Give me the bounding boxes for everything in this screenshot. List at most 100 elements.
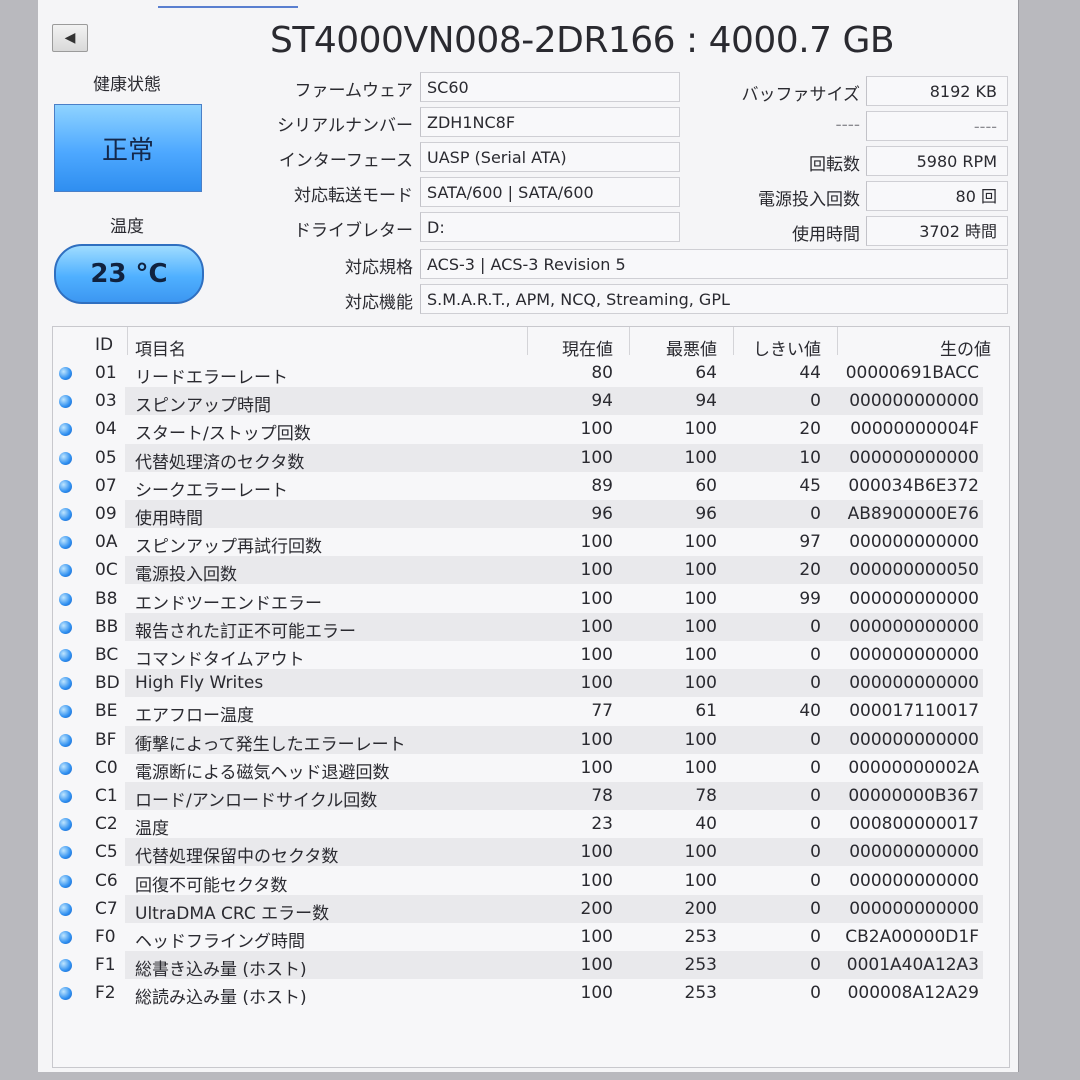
cell-current: 100 (580, 983, 613, 1004)
col-header-current[interactable]: 現在値 (531, 335, 613, 360)
cell-threshold: 0 (810, 504, 821, 524)
cell-raw: CB2A00000D1F (845, 927, 979, 947)
cell-worst: 100 (684, 729, 717, 750)
col-header-id[interactable]: ID (95, 335, 113, 355)
drive-letter-value: D: (420, 212, 680, 242)
cell-current: 200 (580, 898, 613, 919)
blue-dot-icon (59, 592, 72, 606)
cell-name: エンドツーエンドエラー (135, 593, 322, 614)
cell-threshold: 0 (810, 729, 821, 750)
cell-name: UltraDMA CRC エラー数 (135, 903, 330, 924)
cell-raw: AB8900000E76 (847, 504, 979, 524)
cell-id: C1 (95, 786, 118, 806)
smart-attributes-table[interactable]: ID 項目名 現在値 最悪値 しきい値 生の値 01 リードエラーレート 80 64 4… (52, 326, 1010, 1068)
cell-name: スタート/ストップ回数 (135, 424, 311, 445)
table-row[interactable]: BD High Fly Writes 100 100 0 000000000000 (53, 669, 983, 698)
table-row[interactable]: C7 UltraDMA CRC エラー数 200 200 0 000000000000 (53, 894, 983, 924)
cell-id: BD (95, 673, 120, 694)
cell-threshold: 0 (810, 983, 821, 1004)
cell-name: シークエラーレート (135, 480, 288, 501)
cell-raw: 000000000000 (849, 532, 979, 553)
cell-worst: 40 (695, 814, 717, 835)
cell-name: 総書き込み量 (ホスト) (135, 960, 307, 981)
cell-name: 電源断による磁気ヘッド退避回数 (135, 762, 390, 783)
cell-threshold: 0 (810, 842, 821, 863)
table-row[interactable]: C1 ロード/アンロードサイクル回数 78 78 0 00000000B367 (53, 782, 983, 811)
cell-threshold: 99 (799, 588, 821, 609)
table-row[interactable]: BB 報告された訂正不可能エラー 100 100 0 000000000000 (53, 612, 983, 642)
table-row[interactable]: 0A スピンアップ再試行回数 100 100 97 000000000000 (53, 528, 983, 558)
table-row[interactable]: 04 スタート/ストップ回数 100 100 20 00000000004F (53, 415, 983, 445)
disk-title: ST4000VN008-2DR166 : 4000.7 GB (270, 20, 895, 61)
power-on-hours-label: 使用時間 (792, 225, 860, 245)
firmware-label: ファームウェア (294, 81, 414, 101)
cell-name: 代替処理済のセクタ数 (135, 452, 305, 473)
blue-dot-icon (59, 677, 72, 691)
col-header-raw[interactable]: 生の値 (841, 335, 991, 360)
cell-id: F0 (95, 927, 116, 947)
blue-dot-icon (59, 874, 72, 888)
table-row[interactable]: 03 スピンアップ時間 94 94 0 000000000000 (53, 387, 983, 416)
table-row[interactable]: BF 衝撃によって発生したエラーレート 100 100 0 000000000000 (53, 725, 983, 755)
cell-raw: 00000000004F (850, 419, 979, 440)
cell-raw: 00000691BACC (845, 363, 979, 383)
cell-worst: 200 (684, 898, 717, 919)
cell-current: 89 (591, 475, 613, 496)
col-header-threshold[interactable]: しきい値 (737, 335, 821, 360)
table-row[interactable]: BC コマンドタイムアウト 100 100 0 000000000000 (53, 641, 983, 670)
cell-current: 100 (580, 447, 613, 468)
cell-worst: 60 (695, 475, 717, 496)
cell-current: 100 (580, 757, 613, 778)
table-row[interactable]: B8 エンドツーエンドエラー 100 100 99 000000000000 (53, 585, 983, 614)
cell-threshold: 40 (799, 701, 821, 722)
cell-raw: 000000000000 (849, 870, 979, 891)
table-row[interactable]: F2 総読み込み量 (ホスト) 100 253 0 000008A12A29 (53, 979, 983, 1008)
cell-id: BF (95, 729, 117, 750)
previous-disk-button[interactable]: ◀ (52, 24, 88, 52)
table-row[interactable]: C2 温度 23 40 0 000800000017 (53, 810, 983, 840)
cell-name: 報告された訂正不可能エラー (135, 621, 356, 642)
cell-raw: 000000000000 (849, 447, 979, 468)
health-status-button[interactable]: 正常 (54, 104, 202, 192)
cell-raw: 000000000000 (849, 588, 979, 609)
table-row[interactable]: 01 リードエラーレート 80 64 44 00000691BACC (53, 359, 983, 388)
table-row[interactable]: 05 代替処理済のセクタ数 100 100 10 000000000000 (53, 443, 983, 473)
col-header-worst[interactable]: 最悪値 (633, 335, 717, 360)
table-row[interactable]: BE エアフロー温度 77 61 40 000017110017 (53, 697, 983, 726)
cell-id: C2 (95, 814, 118, 835)
cell-raw: 00000000B367 (848, 786, 979, 806)
transfer-mode-value: SATA/600 | SATA/600 (420, 177, 680, 207)
cell-worst: 94 (695, 391, 717, 412)
cell-worst: 64 (695, 363, 717, 383)
cell-worst: 253 (684, 955, 717, 976)
table-row[interactable]: 07 シークエラーレート 89 60 45 000034B6E372 (53, 472, 983, 501)
table-row[interactable]: C0 電源断による磁気ヘッド退避回数 100 100 0 00000000002A (53, 754, 983, 783)
cell-raw: 000000000000 (849, 729, 979, 750)
cell-worst: 100 (684, 645, 717, 665)
cell-threshold: 0 (810, 898, 821, 919)
left-triangle-icon: ◀ (64, 30, 76, 46)
cell-id: 05 (95, 447, 117, 468)
blue-dot-icon (59, 423, 72, 437)
cell-id: C7 (95, 898, 118, 919)
table-row[interactable]: F1 総書き込み量 (ホスト) 100 253 0 0001A40A12A3 (53, 951, 983, 981)
cell-name: 温度 (135, 819, 169, 840)
cell-raw: 00000000002A (848, 757, 979, 778)
table-row[interactable]: C6 回復不可能セクタ数 100 100 0 000000000000 (53, 867, 983, 896)
blue-dot-icon (59, 536, 72, 550)
cell-worst: 100 (684, 560, 717, 581)
table-row[interactable]: 09 使用時間 96 96 0 AB8900000E76 (53, 500, 983, 529)
cell-worst: 100 (684, 532, 717, 553)
app-window: ◀ ST4000VN008-2DR166 : 4000.7 GB 健康状態 正常… (38, 0, 1019, 1072)
blue-dot-icon (59, 395, 72, 409)
table-row[interactable]: 0C 電源投入回数 100 100 20 000000000050 (53, 556, 983, 586)
cell-threshold: 0 (810, 645, 821, 665)
table-row[interactable]: F0 ヘッドフライング時間 100 253 0 CB2A00000D1F (53, 923, 983, 952)
cell-name: 電源投入回数 (135, 565, 237, 586)
active-tab-indicator[interactable] (158, 0, 298, 8)
cell-raw: 000000000000 (849, 391, 979, 412)
cell-name: スピンアップ再試行回数 (135, 537, 322, 558)
temperature-value[interactable]: 23 °C (54, 244, 204, 304)
table-row[interactable]: C5 代替処理保留中のセクタ数 100 100 0 000000000000 (53, 838, 983, 867)
col-header-name[interactable]: 項目名 (135, 335, 186, 360)
